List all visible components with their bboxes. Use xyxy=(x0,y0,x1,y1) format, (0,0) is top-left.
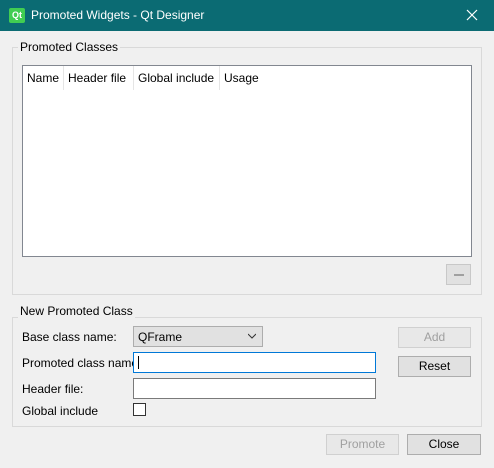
promoted-classes-list[interactable]: Name Header file Global include Usage xyxy=(22,65,472,257)
new-promoted-class-group-title: New Promoted Class xyxy=(18,304,135,318)
promote-button[interactable]: Promote xyxy=(326,434,399,455)
title-bar: Qt Promoted Widgets - Qt Designer xyxy=(0,0,494,31)
qt-logo-icon: Qt xyxy=(9,8,25,23)
window-title: Promoted Widgets - Qt Designer xyxy=(31,8,205,22)
global-include-label: Global include xyxy=(22,404,99,418)
base-class-value: QFrame xyxy=(138,330,183,344)
header-file-label: Header file: xyxy=(22,382,84,396)
promoted-widgets-dialog: Qt Promoted Widgets - Qt Designer Promot… xyxy=(0,0,494,468)
header-file-input[interactable] xyxy=(133,378,376,399)
reset-button[interactable]: Reset xyxy=(398,356,471,377)
global-include-checkbox[interactable] xyxy=(133,403,146,416)
column-header-usage[interactable]: Usage xyxy=(220,66,280,90)
close-icon xyxy=(466,9,478,21)
promoted-class-name-input[interactable] xyxy=(133,352,376,373)
promoted-class-label: Promoted class name: xyxy=(22,356,142,370)
text-caret xyxy=(138,356,139,369)
close-button[interactable]: Close xyxy=(407,434,481,455)
chevron-down-icon xyxy=(248,333,256,339)
base-class-combobox[interactable]: QFrame xyxy=(133,326,263,347)
minus-icon xyxy=(454,274,464,276)
close-window-button[interactable] xyxy=(450,0,494,31)
remove-class-button[interactable] xyxy=(446,264,471,285)
column-header-global-include[interactable]: Global include xyxy=(134,66,220,90)
column-header-header-file[interactable]: Header file xyxy=(64,66,134,90)
base-class-label: Base class name: xyxy=(22,330,117,344)
promoted-classes-group-title: Promoted Classes xyxy=(18,40,121,54)
add-button[interactable]: Add xyxy=(398,327,471,348)
column-header-name[interactable]: Name xyxy=(23,66,64,90)
